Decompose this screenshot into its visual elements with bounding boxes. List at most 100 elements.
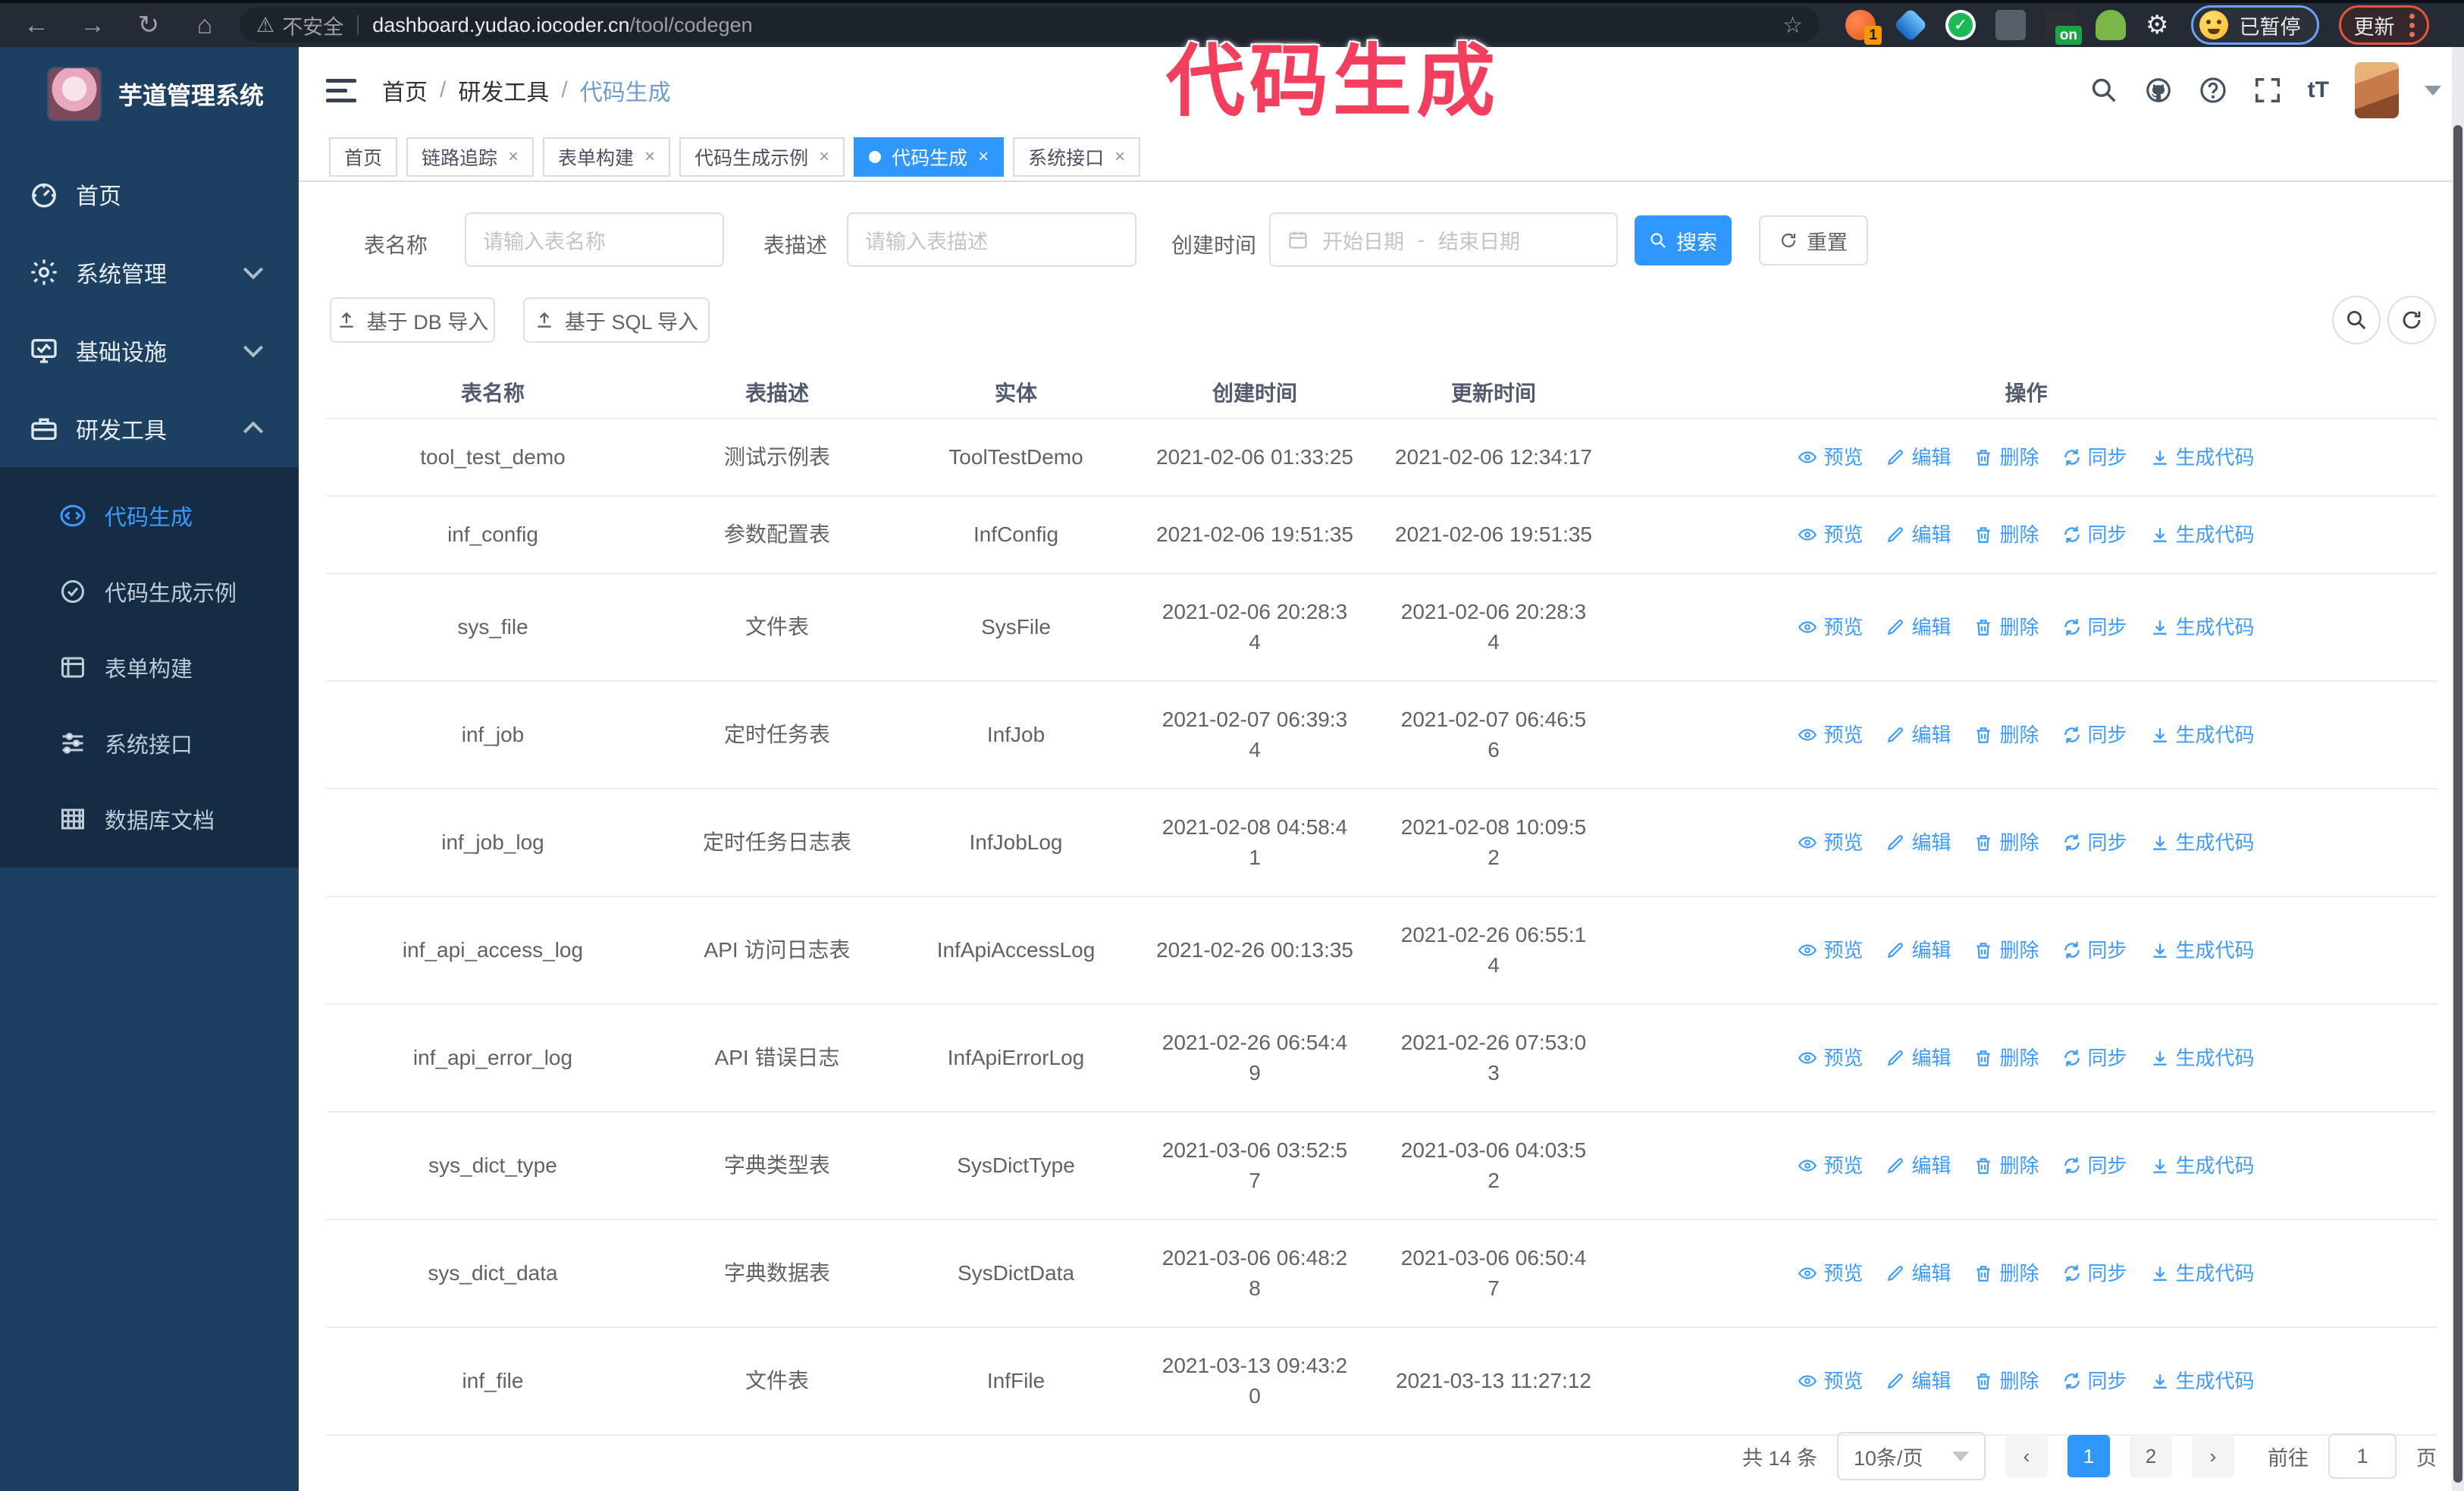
reset-button[interactable]: 重置 [1759, 215, 1868, 265]
tab-1[interactable]: 首页 [329, 137, 398, 177]
sync-link[interactable]: 同步 [2062, 935, 2127, 965]
preview-link[interactable]: 预览 [1798, 1043, 1863, 1073]
date-range-input[interactable]: 开始日期 - 结束日期 [1269, 212, 1618, 267]
delete-link[interactable]: 删除 [1973, 612, 2039, 642]
edit-link[interactable]: 编辑 [1886, 720, 1951, 750]
sidebar-item-1[interactable]: 首页 [0, 155, 299, 233]
page-button-1[interactable]: 1 [2067, 1435, 2110, 1477]
edit-link[interactable]: 编辑 [1886, 442, 1951, 472]
close-icon[interactable]: × [819, 146, 829, 168]
table-name-input[interactable]: 请输入表名称 [465, 212, 724, 267]
preview-link[interactable]: 预览 [1798, 612, 1863, 642]
sidebar-item-3[interactable]: 基础设施 [0, 311, 299, 389]
generate-code-link[interactable]: 生成代码 [2150, 612, 2255, 642]
bookmark-star-icon[interactable]: ☆ [1782, 12, 1803, 39]
extension-icon-gem[interactable] [1893, 8, 1928, 42]
edit-link[interactable]: 编辑 [1886, 1258, 1951, 1289]
tab-4[interactable]: 代码生成示例 × [679, 137, 845, 177]
generate-code-link[interactable]: 生成代码 [2150, 1258, 2255, 1289]
sync-link[interactable]: 同步 [2062, 1258, 2127, 1289]
delete-link[interactable]: 删除 [1973, 1366, 2039, 1396]
sidebar-item-2[interactable]: 系统管理 [0, 233, 299, 311]
app-logo[interactable]: 芋道管理系统 [0, 47, 299, 121]
help-icon[interactable] [2199, 76, 2227, 105]
delete-link[interactable]: 删除 [1973, 442, 2039, 472]
user-avatar[interactable] [2355, 62, 2399, 118]
delete-link[interactable]: 删除 [1973, 720, 2039, 750]
extensions-puzzle-icon[interactable]: ⚙ [2146, 10, 2168, 40]
import-sql-button[interactable]: 基于 SQL 导入 [523, 297, 710, 343]
extension-icon-check[interactable]: ✓ [1945, 10, 1976, 40]
preview-link[interactable]: 预览 [1798, 1150, 1863, 1181]
page-size-select[interactable]: 10条/页 [1837, 1432, 1986, 1480]
generate-code-link[interactable]: 生成代码 [2150, 935, 2255, 965]
sync-link[interactable]: 同步 [2062, 1043, 2127, 1073]
sidebar-subitem-5[interactable]: 数据库文档 [0, 781, 299, 857]
sidebar-subitem-2[interactable]: 代码生成示例 [0, 554, 299, 629]
sidebar-subitem-4[interactable]: 系统接口 [0, 705, 299, 781]
preview-link[interactable]: 预览 [1798, 720, 1863, 750]
extension-icon-proxy[interactable]: on [2045, 10, 2082, 45]
extension-icon-sliders[interactable] [1995, 10, 2026, 40]
table-desc-input[interactable]: 请输入表描述 [847, 212, 1136, 267]
close-icon[interactable]: × [508, 146, 519, 168]
delete-link[interactable]: 删除 [1973, 1043, 2039, 1073]
preview-link[interactable]: 预览 [1798, 519, 1863, 550]
preview-link[interactable]: 预览 [1798, 935, 1863, 965]
sync-link[interactable]: 同步 [2062, 827, 2127, 858]
page-button-2[interactable]: 2 [2130, 1435, 2172, 1477]
tab-3[interactable]: 表单构建 × [543, 137, 671, 177]
browser-reload-icon[interactable]: ↻ [133, 10, 164, 40]
sync-link[interactable]: 同步 [2062, 720, 2127, 750]
hamburger-icon[interactable] [326, 78, 356, 102]
edit-link[interactable]: 编辑 [1886, 519, 1951, 550]
tab-2[interactable]: 链路追踪 × [406, 137, 534, 177]
browser-home-icon[interactable]: ⌂ [190, 11, 220, 40]
github-icon[interactable] [2144, 76, 2173, 105]
delete-link[interactable]: 删除 [1973, 1258, 2039, 1289]
sidebar-subitem-1[interactable]: 代码生成 [0, 478, 299, 554]
generate-code-link[interactable]: 生成代码 [2150, 1043, 2255, 1073]
sidebar-subitem-3[interactable]: 表单构建 [0, 629, 299, 705]
delete-link[interactable]: 删除 [1973, 827, 2039, 858]
preview-link[interactable]: 预览 [1798, 827, 1863, 858]
chevron-down-icon[interactable] [2425, 85, 2441, 96]
sync-link[interactable]: 同步 [2062, 1150, 2127, 1181]
edit-link[interactable]: 编辑 [1886, 827, 1951, 858]
refresh-table-button[interactable] [2387, 296, 2436, 344]
edit-link[interactable]: 编辑 [1886, 1150, 1951, 1181]
close-icon[interactable]: × [644, 146, 655, 168]
preview-link[interactable]: 预览 [1798, 442, 1863, 472]
close-icon[interactable]: × [1114, 146, 1125, 168]
sidebar-item-4[interactable]: 研发工具 [0, 389, 299, 467]
import-db-button[interactable]: 基于 DB 导入 [330, 297, 495, 343]
scrollbar-thumb[interactable] [2453, 125, 2462, 1483]
browser-forward-icon[interactable]: → [77, 11, 108, 40]
generate-code-link[interactable]: 生成代码 [2150, 720, 2255, 750]
delete-link[interactable]: 删除 [1973, 519, 2039, 550]
goto-page-input[interactable]: 1 [2328, 1433, 2397, 1479]
extension-icon-key[interactable] [2096, 10, 2126, 40]
close-icon[interactable]: × [978, 146, 989, 168]
edit-link[interactable]: 编辑 [1886, 935, 1951, 965]
toggle-search-button[interactable] [2332, 296, 2381, 344]
font-size-icon[interactable]: tT [2308, 77, 2329, 103]
breadcrumb-item[interactable]: 首页 [382, 74, 428, 107]
edit-link[interactable]: 编辑 [1886, 1366, 1951, 1396]
browser-menu-icon[interactable] [2409, 13, 2415, 37]
tab-5[interactable]: 代码生成 × [854, 137, 1005, 177]
generate-code-link[interactable]: 生成代码 [2150, 519, 2255, 550]
browser-update-button[interactable]: 更新 [2339, 5, 2430, 45]
tab-6[interactable]: 系统接口 × [1013, 137, 1141, 177]
delete-link[interactable]: 删除 [1973, 1150, 2039, 1181]
generate-code-link[interactable]: 生成代码 [2150, 1366, 2255, 1396]
prev-page-button[interactable]: ‹ [2005, 1435, 2048, 1477]
preview-link[interactable]: 预览 [1798, 1366, 1863, 1396]
search-button[interactable]: 搜索 [1635, 215, 1732, 265]
address-bar[interactable]: ⚠ 不安全 dashboard.yudao.iocoder.cn /tool/c… [240, 8, 1820, 42]
extension-icon-orange[interactable]: 1 [1845, 10, 1882, 45]
sync-link[interactable]: 同步 [2062, 519, 2127, 550]
fullscreen-icon[interactable] [2253, 76, 2282, 105]
profile-paused-chip[interactable]: 已暂停 [2191, 5, 2320, 45]
edit-link[interactable]: 编辑 [1886, 612, 1951, 642]
